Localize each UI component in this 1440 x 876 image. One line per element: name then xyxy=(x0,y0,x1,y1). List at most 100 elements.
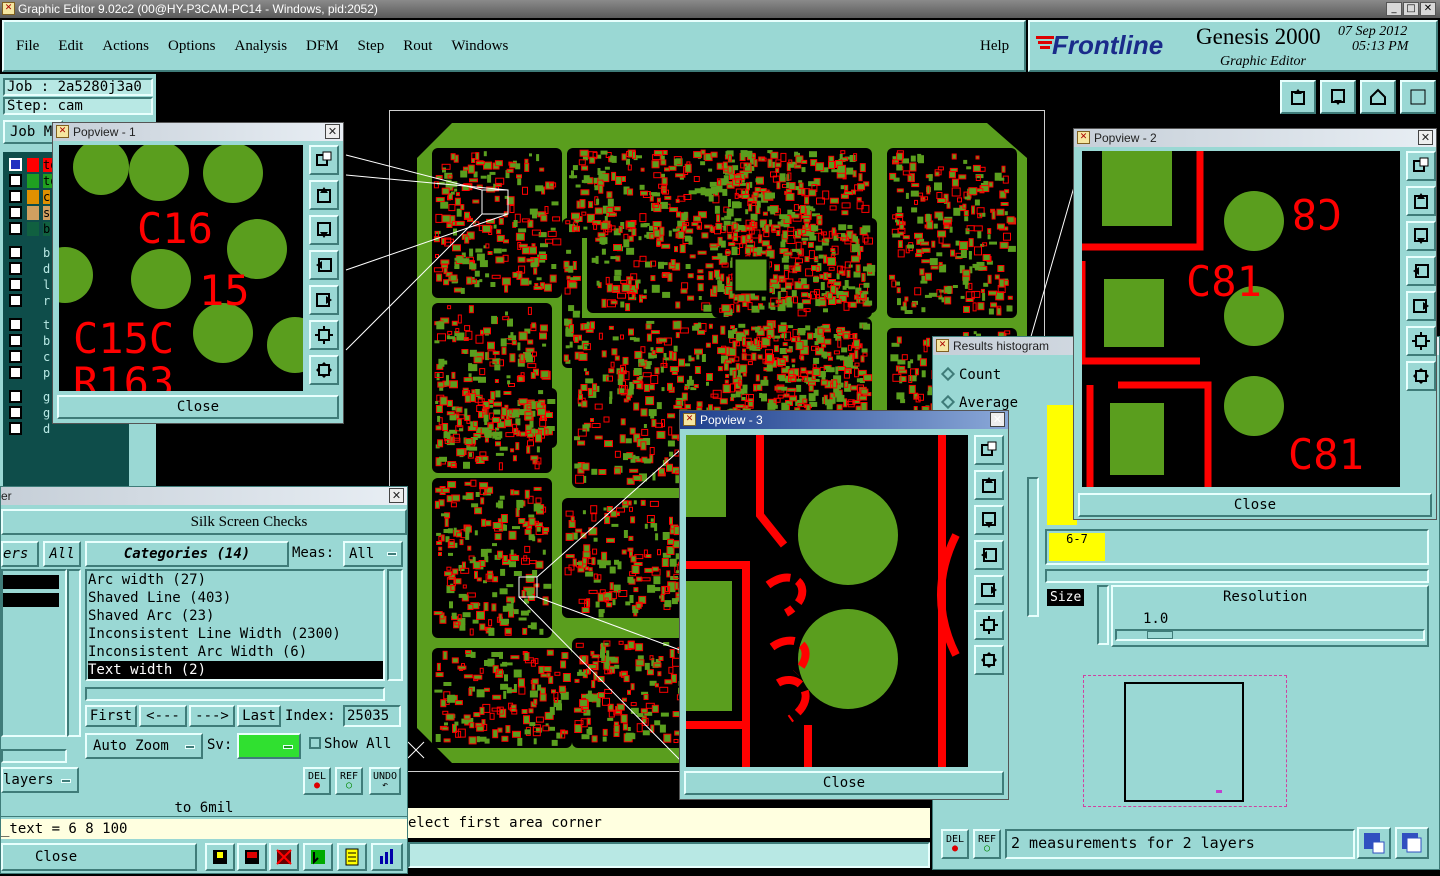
toolbar-up-icon[interactable] xyxy=(1280,80,1316,114)
layer-checkbox[interactable] xyxy=(9,366,22,379)
popview3-pan-icon[interactable] xyxy=(974,435,1004,465)
popview3-move-right-icon[interactable] xyxy=(974,575,1004,605)
category-item[interactable]: Shaved Line (403) xyxy=(88,589,383,607)
layer-name[interactable]: d xyxy=(43,262,50,276)
histogram-scrollbar[interactable] xyxy=(1027,477,1039,617)
layer-color-swatch[interactable] xyxy=(27,422,39,436)
histogram-del-button[interactable]: DEL ● xyxy=(941,829,969,859)
categories-hscroll[interactable] xyxy=(85,687,385,701)
layer-checkbox[interactable] xyxy=(9,318,22,331)
popview2-pan-icon[interactable] xyxy=(1406,151,1436,181)
layer-checkbox[interactable] xyxy=(9,390,22,403)
layer-checkbox[interactable] xyxy=(9,262,22,275)
popview1-x-button[interactable]: ✕ xyxy=(325,124,340,139)
resolution-slider-thumb[interactable] xyxy=(1147,631,1173,639)
popview1-move-up-icon[interactable] xyxy=(309,180,339,210)
popview3-zoom-in-icon[interactable] xyxy=(974,610,1004,640)
layer-checkbox[interactable] xyxy=(9,334,22,347)
checkers-all-button[interactable]: All xyxy=(43,541,81,567)
layer-color-swatch[interactable] xyxy=(27,246,39,260)
layer-color-swatch[interactable] xyxy=(27,406,39,420)
histogram-chart-icon[interactable] xyxy=(1357,827,1391,859)
category-item[interactable]: Inconsistent Arc Width (6) xyxy=(88,643,383,661)
layer-color-swatch[interactable] xyxy=(27,366,39,380)
count-option[interactable]: Count xyxy=(940,366,1001,383)
size-scrollbar[interactable] xyxy=(1097,585,1109,645)
categories-list[interactable]: Arc width (27) Shaved Line (403) Shaved Ar… xyxy=(85,569,385,681)
menu-options[interactable]: Options xyxy=(168,38,216,54)
histogram-ref-button[interactable]: REF ○ xyxy=(973,829,1001,859)
layer-name[interactable]: b xyxy=(43,334,50,348)
layer-color-swatch[interactable] xyxy=(27,206,39,220)
report-icon[interactable] xyxy=(205,843,235,871)
categories-button[interactable]: Categories (14) xyxy=(85,541,289,567)
popview3-x-button[interactable]: ✕ xyxy=(990,412,1005,427)
layer-checkbox[interactable] xyxy=(9,422,22,435)
next-button[interactable]: ---> xyxy=(189,705,235,727)
layer-color-swatch[interactable] xyxy=(27,390,39,404)
popview1-pan-icon[interactable] xyxy=(309,145,339,175)
layer-color-swatch[interactable] xyxy=(27,222,39,236)
popview2-move-left-icon[interactable] xyxy=(1406,256,1436,286)
layer-name[interactable]: g xyxy=(43,406,50,420)
layer-name[interactable]: b xyxy=(43,246,50,260)
category-item[interactable]: Arc width (27) xyxy=(88,571,383,589)
checkers-scrollbar[interactable] xyxy=(67,569,81,737)
index-input[interactable]: 25035 xyxy=(343,705,401,727)
checker-del-button[interactable]: DEL ● xyxy=(303,767,331,795)
list-icon[interactable] xyxy=(337,843,367,871)
maximize-button[interactable]: □ xyxy=(1403,2,1419,16)
close-window-button[interactable]: ✕ xyxy=(1420,2,1436,16)
layer-color-swatch[interactable] xyxy=(27,262,39,276)
histogram-hscroll[interactable] xyxy=(1045,569,1429,583)
first-button[interactable]: First xyxy=(85,705,137,727)
layer-name[interactable]: p xyxy=(43,366,50,380)
layer-name[interactable]: g xyxy=(43,390,50,404)
bar-chart-icon[interactable] xyxy=(371,843,403,871)
last-button[interactable]: Last xyxy=(237,705,281,727)
layer-checkbox[interactable] xyxy=(9,158,22,171)
checker-ref-button[interactable]: REF ○ xyxy=(335,767,363,795)
layer-checkbox[interactable] xyxy=(9,222,22,235)
toolbar-fit-icon[interactable] xyxy=(1400,80,1436,114)
layer-checkbox[interactable] xyxy=(9,350,22,363)
categories-scrollbar[interactable] xyxy=(387,569,403,681)
show-all-checkbox[interactable] xyxy=(309,737,321,749)
popview2-move-down-icon[interactable] xyxy=(1406,221,1436,251)
layer-name[interactable]: r xyxy=(43,294,50,308)
toolbar-down-icon[interactable] xyxy=(1320,80,1356,114)
popview3-move-down-icon[interactable] xyxy=(974,505,1004,535)
popview1-close-button[interactable]: Close xyxy=(57,395,339,419)
popview3-close-button[interactable]: Close xyxy=(684,771,1004,795)
prev-button[interactable]: <--- xyxy=(139,705,187,727)
popview3-zoom-fit-icon[interactable] xyxy=(974,645,1004,675)
popview1-zoom-in-icon[interactable] xyxy=(309,320,339,350)
checker-undo-button[interactable]: UNDO ↶ xyxy=(369,767,401,795)
layer-color-swatch[interactable] xyxy=(27,158,39,172)
menu-edit[interactable]: Edit xyxy=(58,38,83,54)
layer-checkbox[interactable] xyxy=(9,406,22,419)
layer-checkbox[interactable] xyxy=(9,206,22,219)
layer-color-swatch[interactable] xyxy=(27,190,39,204)
checkers-hscroll[interactable] xyxy=(1,749,67,763)
layer-name[interactable]: b xyxy=(43,222,51,236)
menu-help[interactable]: Help xyxy=(980,38,1009,55)
layer-checkbox[interactable] xyxy=(9,174,22,187)
auto-zoom-dropdown[interactable]: Auto Zoom xyxy=(85,733,203,759)
layer-color-swatch[interactable] xyxy=(27,174,39,188)
popview1-zoom-fit-icon[interactable] xyxy=(309,355,339,385)
layer-name[interactable]: c xyxy=(43,190,51,204)
meas-dropdown[interactable]: All xyxy=(343,541,403,567)
popview1-move-left-icon[interactable] xyxy=(309,250,339,280)
menu-analysis[interactable]: Analysis xyxy=(235,38,288,54)
menu-windows[interactable]: Windows xyxy=(451,38,508,54)
category-item[interactable]: Text width (2) xyxy=(88,661,383,679)
sv-color-dropdown[interactable] xyxy=(237,733,301,759)
layers-dropdown[interactable]: layers xyxy=(1,767,79,793)
checker-x-button[interactable]: ✕ xyxy=(389,488,404,503)
toolbar-home-icon[interactable] xyxy=(1360,80,1396,114)
histogram-table-icon[interactable] xyxy=(1395,827,1429,859)
menu-step[interactable]: Step xyxy=(358,38,385,54)
layer-name[interactable]: s xyxy=(43,206,51,220)
layer-color-swatch[interactable] xyxy=(27,278,39,292)
